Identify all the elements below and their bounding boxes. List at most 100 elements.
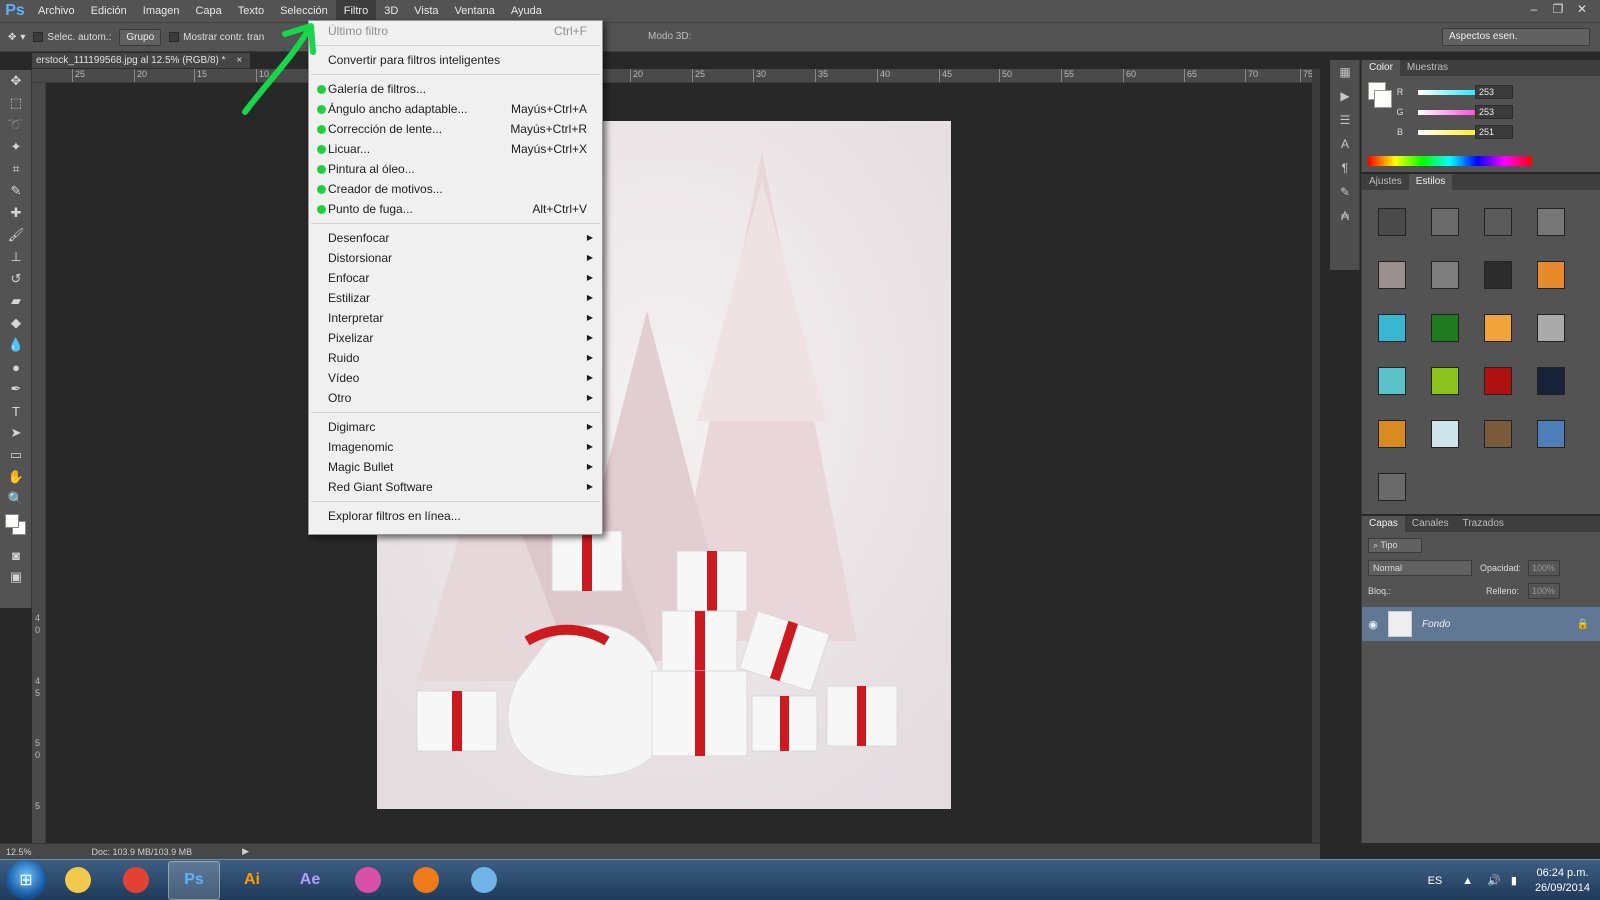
style-swatch[interactable] xyxy=(1366,302,1418,354)
style-swatch[interactable] xyxy=(1472,302,1524,354)
history-brush-icon[interactable]: ↺ xyxy=(0,268,32,290)
vanishing-point-item[interactable]: Punto de fuga... Alt+Ctrl+V xyxy=(309,199,602,219)
tab-canales[interactable]: Canales xyxy=(1405,516,1456,532)
last-filter-item[interactable]: Último filtro Ctrl+F xyxy=(309,21,602,41)
type-tool-icon[interactable]: T xyxy=(0,400,32,422)
lens-correction-item[interactable]: Corrección de lente... Mayús+Ctrl+R xyxy=(309,119,602,139)
style-swatch[interactable] xyxy=(1419,196,1471,248)
foreground-color[interactable] xyxy=(5,514,19,528)
tab-capas[interactable]: Capas xyxy=(1362,516,1405,532)
style-swatch[interactable] xyxy=(1525,355,1577,407)
submenu-magic-bullet[interactable]: Magic Bullet ▶ xyxy=(309,457,602,477)
workspace-select[interactable]: Aspectos esen. xyxy=(1442,28,1590,46)
liquify-item[interactable]: Licuar... Mayús+Ctrl+X xyxy=(309,139,602,159)
style-swatch[interactable] xyxy=(1366,196,1418,248)
style-swatch[interactable] xyxy=(1419,302,1471,354)
opacity-field[interactable]: 100% xyxy=(1528,560,1560,576)
tab-color[interactable]: Color xyxy=(1362,60,1400,76)
menu-capa[interactable]: Capa xyxy=(187,0,229,22)
style-swatch[interactable] xyxy=(1525,302,1577,354)
play-arrow-icon[interactable]: ▶ xyxy=(242,846,249,857)
taskbar-photoshop[interactable]: Ps xyxy=(168,860,220,900)
paragraph-panel-icon[interactable]: ¶ xyxy=(1330,156,1360,180)
canvas-scrollbar[interactable] xyxy=(1312,69,1320,843)
auto-select-checkbox[interactable] xyxy=(33,32,44,42)
submenu-digimarc[interactable]: Digimarc ▶ xyxy=(309,417,602,437)
menu-archivo[interactable]: Archivo xyxy=(30,0,83,22)
minimize-icon[interactable]: – xyxy=(1522,0,1546,18)
document-tab[interactable]: erstock_111199568.jpg al 12.5% (RGB/8) *… xyxy=(32,53,250,69)
auto-select-option[interactable]: Selec. autom.: xyxy=(33,32,111,43)
layer-row[interactable]: ◉ Fondo 🔒 xyxy=(1362,607,1600,641)
brush-tool-icon[interactable]: 🖌 xyxy=(0,224,32,246)
rectangle-tool-icon[interactable]: ▭ xyxy=(0,444,32,466)
glyphs-panel-icon[interactable]: ₳ xyxy=(1330,204,1360,228)
submenu-ruido[interactable]: Ruido ▶ xyxy=(309,348,602,368)
tab-ajustes[interactable]: Ajustes xyxy=(1362,174,1409,190)
taskbar-app5[interactable] xyxy=(342,861,394,900)
path-selection-icon[interactable]: ➤ xyxy=(0,422,32,444)
style-swatch[interactable] xyxy=(1366,249,1418,301)
style-swatch[interactable] xyxy=(1419,249,1471,301)
taskbar-explorer[interactable] xyxy=(52,861,104,900)
style-swatch[interactable] xyxy=(1472,196,1524,248)
taskbar-photo-viewer[interactable] xyxy=(458,861,510,900)
character-panel-icon[interactable]: A xyxy=(1330,132,1360,156)
color-spectrum-bar[interactable] xyxy=(1368,156,1532,166)
close-icon[interactable]: ✕ xyxy=(1570,0,1594,18)
show-transform-checkbox[interactable] xyxy=(169,32,180,42)
submenu-otro[interactable]: Otro ▶ xyxy=(309,388,602,408)
menu-imagen[interactable]: Imagen xyxy=(135,0,188,22)
quick-mask-icon[interactable]: ◙ xyxy=(0,544,32,566)
taskbar-chrome[interactable] xyxy=(110,861,162,900)
style-swatch[interactable] xyxy=(1525,196,1577,248)
healing-brush-icon[interactable]: ✚ xyxy=(0,202,32,224)
oil-paint-item[interactable]: Pintura al óleo... xyxy=(309,159,602,179)
submenu-pixelizar[interactable]: Pixelizar ▶ xyxy=(309,328,602,348)
tab-trazados[interactable]: Trazados xyxy=(1456,516,1511,532)
blue-value-field[interactable]: 251 xyxy=(1475,125,1513,139)
network-icon[interactable]: ▮ xyxy=(1511,874,1517,887)
zoom-tool-icon[interactable]: 🔍 xyxy=(0,488,32,510)
clock[interactable]: 06:24 p.m. 26/09/2014 xyxy=(1535,866,1590,896)
style-swatch[interactable] xyxy=(1419,355,1471,407)
start-button[interactable]: ⊞ xyxy=(6,860,46,900)
history-panel-icon[interactable]: ▦ xyxy=(1330,60,1360,84)
color-swatches[interactable] xyxy=(0,510,32,544)
brush-presets-icon[interactable]: ✎ xyxy=(1330,180,1360,204)
magic-wand-icon[interactable]: ✦ xyxy=(0,136,32,158)
marquee-tool-icon[interactable]: ⬚ xyxy=(0,92,32,114)
taskbar-after-effects[interactable]: Ae xyxy=(284,861,336,900)
actions-panel-icon[interactable]: ▶ xyxy=(1330,84,1360,108)
submenu-interpretar[interactable]: Interpretar ▶ xyxy=(309,308,602,328)
menu-ventana[interactable]: Ventana xyxy=(447,0,503,22)
menu-texto[interactable]: Texto xyxy=(230,0,272,22)
move-tool-icon[interactable]: ✥ xyxy=(0,70,32,92)
convert-smart-filters-item[interactable]: Convertir para filtros inteligentes xyxy=(309,50,602,70)
menu-seleccion[interactable]: Selección xyxy=(272,0,336,22)
hand-tool-icon[interactable]: ✋ xyxy=(0,466,32,488)
style-swatch[interactable] xyxy=(1472,355,1524,407)
properties-panel-icon[interactable]: ☰ xyxy=(1330,108,1360,132)
show-hidden-icons-icon[interactable]: ▲ xyxy=(1462,875,1473,887)
taskbar-illustrator[interactable]: Ai xyxy=(226,861,278,900)
move-tool-preset[interactable]: ✥ ▾ xyxy=(8,32,25,43)
adaptive-wide-angle-item[interactable]: Ángulo ancho adaptable... Mayús+Ctrl+A xyxy=(309,99,602,119)
filter-gallery-item[interactable]: Galería de filtros... xyxy=(309,79,602,99)
style-swatch[interactable] xyxy=(1366,408,1418,460)
eye-icon[interactable]: ◉ xyxy=(1362,618,1384,631)
zoom-level[interactable]: 12.5% xyxy=(6,847,32,857)
volume-icon[interactable]: 🔊 xyxy=(1487,874,1501,887)
style-swatch[interactable] xyxy=(1366,461,1418,513)
lasso-tool-icon[interactable]: ➰ xyxy=(0,114,32,136)
style-swatch[interactable] xyxy=(1472,249,1524,301)
green-value-field[interactable]: 253 xyxy=(1475,105,1513,119)
dodge-tool-icon[interactable]: ● xyxy=(0,356,32,378)
submenu-desenfocar[interactable]: Desenfocar ▶ xyxy=(309,228,602,248)
menu-edicion[interactable]: Edición xyxy=(83,0,135,22)
language-indicator[interactable]: ES xyxy=(1428,875,1443,887)
submenu-enfocar[interactable]: Enfocar ▶ xyxy=(309,268,602,288)
paint-bucket-icon[interactable]: ◆ xyxy=(0,312,32,334)
submenu-video[interactable]: Vídeo ▶ xyxy=(309,368,602,388)
menu-vista[interactable]: Vista xyxy=(406,0,446,22)
